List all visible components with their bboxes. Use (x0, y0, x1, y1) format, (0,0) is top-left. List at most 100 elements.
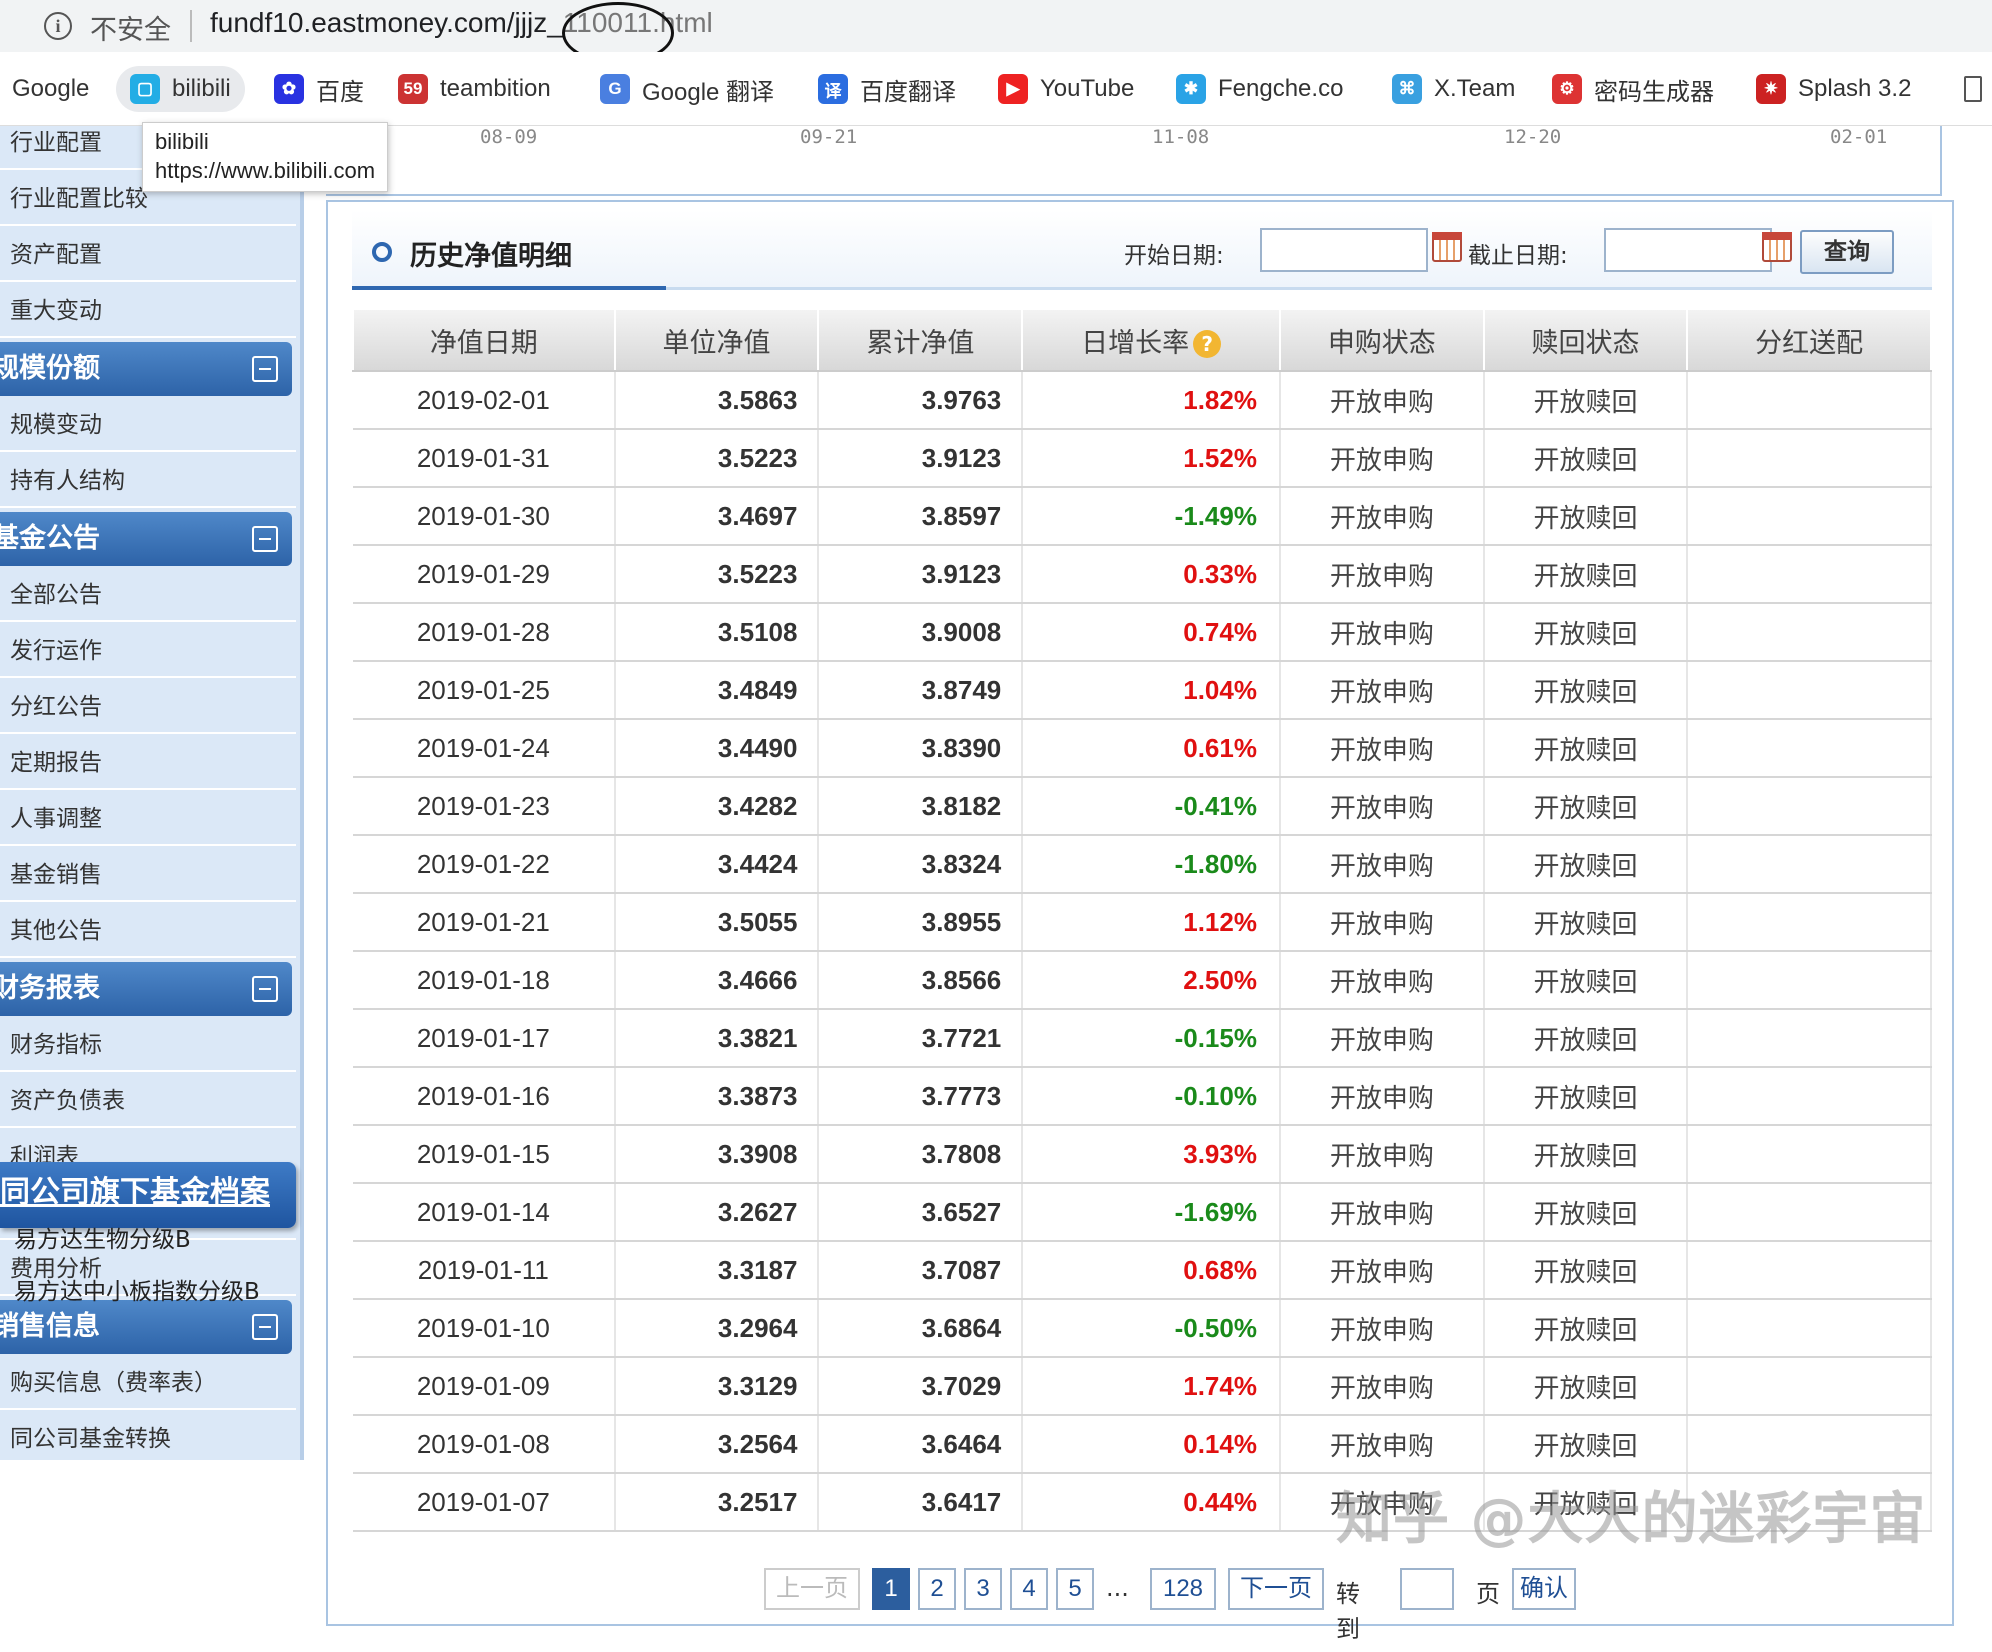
page-button-4[interactable]: 4 (1010, 1568, 1048, 1610)
cell-unit-nav: 3.4490 (614, 719, 820, 778)
goto-confirm-button[interactable]: 确认 (1512, 1568, 1576, 1610)
bookmark-google-translate[interactable]: G Google 翻译 (600, 66, 774, 112)
cell-unit-nav: 3.4282 (614, 777, 820, 836)
bookmark-baidu-translate[interactable]: 译百度翻译 (818, 66, 956, 112)
sidebar-item[interactable]: 资产负债表 (0, 1074, 296, 1128)
baidu-translate-icon: 译 (818, 74, 848, 104)
cell-buy-status: 开放申购 (1279, 1067, 1485, 1126)
cell-acc-nav: 3.7029 (818, 1357, 1024, 1416)
page-button-2[interactable]: 2 (918, 1568, 956, 1610)
circle-bullet-icon (372, 242, 392, 262)
sidebar-item[interactable]: 其他公告 (0, 904, 296, 958)
table-row: 2019-01-16 3.3873 3.7773 -0.10% 开放申购 开放赎回 (353, 1067, 1932, 1126)
cell-unit-nav: 3.3908 (614, 1125, 820, 1184)
start-date-input[interactable] (1260, 228, 1428, 272)
page-button-1[interactable]: 1 (872, 1568, 910, 1610)
cell-daily-rate: -1.69% (1022, 1183, 1281, 1242)
help-question-icon[interactable]: ? (1193, 330, 1222, 358)
archive-fund-link[interactable]: 易方达生物分级B (14, 1220, 191, 1254)
bookmark-splash[interactable]: ✷ Splash 3.2 (1756, 66, 1911, 112)
calendar-icon[interactable] (1432, 232, 1462, 262)
col-daily-rate: 日增长率? (1021, 308, 1281, 372)
cell-acc-nav: 3.9008 (818, 603, 1024, 662)
cell-buy-status: 开放申购 (1279, 1241, 1485, 1300)
sidebar-item[interactable]: 持有人结构 (0, 454, 296, 508)
pager-ellipsis: ... (1106, 1574, 1129, 1602)
cell-unit-nav: 3.3129 (614, 1357, 820, 1416)
sidebar-section-header[interactable]: 规模份额 (0, 342, 292, 396)
bookmark-label: 密码生成器 (1594, 78, 1714, 106)
sidebar-item[interactable]: 规模变动 (0, 398, 296, 452)
bookmark-fengche[interactable]: ✱ Fengche.co (1176, 66, 1343, 112)
cell-buy-status: 开放申购 (1279, 371, 1485, 430)
bookmark-label: bilibili (172, 75, 231, 102)
table-row: 2019-01-25 3.4849 3.8749 1.04% 开放申购 开放赎回 (353, 661, 1932, 720)
more-bookmarks-icon[interactable] (1964, 76, 1982, 102)
bookmark-label: 百度 (316, 78, 364, 106)
page-button-5[interactable]: 5 (1056, 1568, 1094, 1610)
page-button-last[interactable]: 128 (1150, 1568, 1216, 1610)
sidebar-item[interactable]: 分红公告 (0, 680, 296, 734)
panel-header: 历史净值明细 开始日期: 截止日期: 查询 (352, 210, 1932, 290)
collapse-minus-icon[interactable] (252, 526, 278, 552)
sidebar-section-header[interactable]: 销售信息 (0, 1300, 292, 1354)
cell-date: 2019-01-15 (353, 1125, 616, 1184)
sidebar-item[interactable]: 重大变动 (0, 284, 296, 338)
sidebar-item[interactable]: 购买信息（费率表） (0, 1356, 296, 1410)
table-row: 2019-01-15 3.3908 3.7808 3.93% 开放申购 开放赎回 (353, 1125, 1932, 1184)
cell-date: 2019-01-31 (353, 429, 616, 488)
cell-date: 2019-01-16 (353, 1067, 616, 1126)
next-page-button[interactable]: 下一页 (1228, 1568, 1324, 1610)
cell-redeem-status: 开放赎回 (1483, 371, 1689, 430)
collapse-minus-icon[interactable] (252, 356, 278, 382)
cell-unit-nav: 3.5055 (614, 893, 820, 952)
bookmark-tooltip: bilibili https://www.bilibili.com (142, 122, 389, 192)
goto-page-input[interactable] (1400, 1568, 1454, 1610)
sidebar-section-header[interactable]: 基金公告 (0, 512, 292, 566)
sidebar-item[interactable]: 基金销售 (0, 848, 296, 902)
bookmark-youtube[interactable]: ▶ YouTube (998, 66, 1134, 112)
cell-buy-status: 开放申购 (1279, 487, 1485, 546)
bookmark-xteam[interactable]: ⌘ X.Team (1392, 66, 1515, 112)
sidebar-item[interactable]: 定期报告 (0, 736, 296, 790)
company-fund-archive-header[interactable]: 同公司旗下基金档案 (0, 1162, 296, 1228)
archive-fund-link[interactable]: 易方达中小板指数分级B (14, 1272, 260, 1306)
sidebar-item[interactable]: 财务指标 (0, 1018, 296, 1072)
page-button-3[interactable]: 3 (964, 1568, 1002, 1610)
cell-acc-nav: 3.7087 (818, 1241, 1024, 1300)
bookmark-bilibili[interactable]: ▢ bilibili (116, 66, 245, 112)
cell-dividend (1687, 1357, 1932, 1416)
sidebar-item[interactable]: 资产配置 (0, 228, 296, 282)
end-date-input[interactable] (1604, 228, 1772, 272)
bookmark-teambition[interactable]: 59 teambition (398, 66, 551, 112)
cell-redeem-status: 开放赎回 (1483, 719, 1689, 778)
info-icon[interactable]: i (44, 12, 72, 40)
youtube-icon: ▶ (998, 74, 1028, 104)
col-buy-status: 申购状态 (1278, 308, 1485, 372)
bookmarks-bar: Google ▢ bilibili ✿ 百度 59 teambition G Google 翻译… (0, 52, 1992, 126)
sidebar-item[interactable]: 人事调整 (0, 792, 296, 846)
nav-history-table: 净值日期 单位净值 累计净值 日增长率? 申购状态 赎回状态 分红送配 2019… (352, 308, 1932, 1532)
cell-daily-rate: 1.12% (1022, 893, 1281, 952)
address-bar[interactable]: i 不安全 fundf10.eastmoney.com/jjjz_110011.… (0, 0, 1992, 64)
cell-daily-rate: 1.74% (1022, 1357, 1281, 1416)
collapse-minus-icon[interactable] (252, 976, 278, 1002)
bookmark-baidu-paw[interactable]: ✿ 百度 (274, 66, 364, 112)
cell-unit-nav: 3.2564 (614, 1415, 820, 1474)
bookmark-google[interactable]: Google (12, 66, 89, 112)
sidebar-item[interactable]: 全部公告 (0, 568, 296, 622)
sidebar-item[interactable]: 同公司基金转换 (0, 1412, 296, 1466)
cell-redeem-status: 开放赎回 (1483, 1067, 1689, 1126)
prev-page-button[interactable]: 上一页 (764, 1568, 860, 1610)
calendar-icon[interactable] (1762, 232, 1792, 262)
cell-dividend (1687, 951, 1932, 1010)
sidebar-item[interactable]: 发行运作 (0, 624, 296, 678)
teambition-icon: 59 (398, 74, 428, 104)
cell-dividend (1687, 719, 1932, 778)
bookmark-password-generator[interactable]: ⚙ 密码生成器 (1552, 66, 1714, 112)
collapse-minus-icon[interactable] (252, 1314, 278, 1340)
query-button[interactable]: 查询 (1800, 230, 1894, 274)
sidebar-section-header[interactable]: 财务报表 (0, 962, 292, 1016)
cell-redeem-status: 开放赎回 (1483, 661, 1689, 720)
cell-daily-rate: -1.49% (1022, 487, 1281, 546)
